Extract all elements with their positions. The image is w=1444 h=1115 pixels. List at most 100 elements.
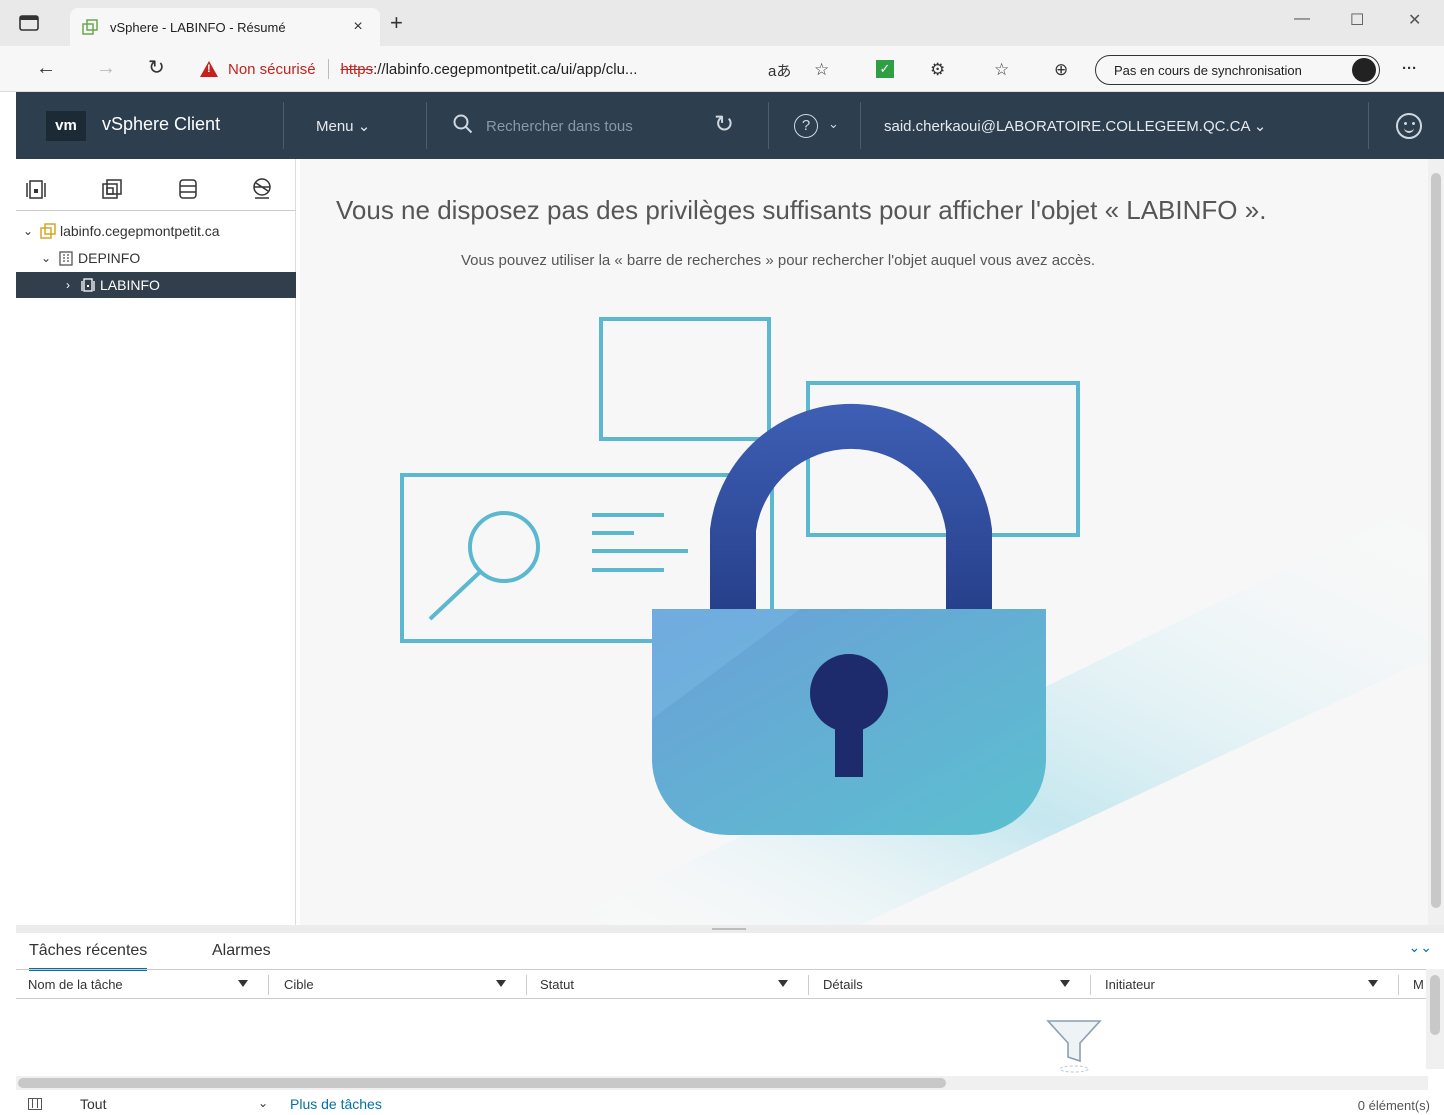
tab-alarms[interactable]: Alarmes xyxy=(212,942,271,960)
back-button[interactable]: ← xyxy=(36,58,56,78)
new-tab-button[interactable]: + xyxy=(390,12,403,34)
feedback-smiley-icon[interactable] xyxy=(1396,113,1422,139)
user-menu[interactable]: said.cherkaoui@LABORATOIRE.COLLEGEEM.QC.… xyxy=(884,117,1266,135)
tree-item-vcenter[interactable]: ⌄ labinfo.cegepmontpetit.ca xyxy=(16,218,296,244)
column-divider[interactable] xyxy=(1090,975,1091,995)
column-divider[interactable] xyxy=(1398,975,1399,995)
column-initiator[interactable]: Initiateur xyxy=(1105,977,1155,992)
tab-actions-icon[interactable] xyxy=(18,14,40,32)
tab-title: vSphere - LABINFO - Résumé xyxy=(110,19,286,35)
tasks-scrollbar[interactable] xyxy=(1426,969,1444,1069)
chevron-right-icon[interactable]: › xyxy=(60,278,76,292)
collapse-panel-icon[interactable]: ⌄⌄ xyxy=(1409,939,1432,956)
filter-icon[interactable] xyxy=(496,980,506,987)
address-bar: ← → ↻ Non sécurisé https ://labinfo.cege… xyxy=(0,46,1444,92)
tab-recent-tasks[interactable]: Tâches récentes xyxy=(29,942,148,971)
header-divider xyxy=(860,102,861,149)
tasks-table-header: Nom de la tâche Cible Statut Détails Ini… xyxy=(16,969,1426,999)
lock-illustration xyxy=(400,317,1428,925)
storage-icon[interactable] xyxy=(176,177,200,201)
chevron-down-icon[interactable]: ⌄ xyxy=(258,1096,268,1110)
maximize-button[interactable]: ☐ xyxy=(1350,10,1364,30)
global-search-input[interactable]: Rechercher dans tous xyxy=(486,118,633,135)
magnifier-handle xyxy=(428,570,482,621)
splitter-grip[interactable] xyxy=(712,928,746,930)
app-title[interactable]: vSphere Client xyxy=(102,114,220,135)
warning-icon xyxy=(200,61,218,77)
panel-splitter[interactable] xyxy=(16,925,1444,933)
filter-icon[interactable] xyxy=(778,980,788,987)
forward-button[interactable]: → xyxy=(96,58,116,78)
minimize-button[interactable]: — xyxy=(1294,10,1310,28)
security-status[interactable]: Non sécurisé xyxy=(228,61,316,78)
filter-icon[interactable] xyxy=(238,980,248,987)
task-filter-select[interactable]: Tout xyxy=(80,1096,106,1112)
scrollbar-thumb[interactable] xyxy=(18,1078,946,1088)
tree-item-label: DEPINFO xyxy=(78,250,141,266)
vsphere-header: vm vSphere Client Menu ⌄ Rechercher dans… xyxy=(16,92,1444,159)
column-target[interactable]: Cible xyxy=(284,977,314,992)
url-scheme: https xyxy=(340,60,374,78)
tasks-footer: Tout ⌄ Plus de tâches 0 élément(s) xyxy=(16,1093,1444,1115)
header-divider xyxy=(768,102,769,149)
filter-icon[interactable] xyxy=(1368,980,1378,987)
inventory-navigator: ⌄ labinfo.cegepmontpetit.ca ⌄ DEPINFO › … xyxy=(16,159,296,925)
help-icon[interactable]: ? xyxy=(794,114,818,138)
error-subtitle: Vous pouvez utiliser la « barre de reche… xyxy=(461,252,1096,269)
window-frame-top xyxy=(599,317,771,441)
url-text: ://labinfo.cegepmontpetit.ca/ui/app/clu.… xyxy=(373,60,638,78)
hosts-clusters-icon[interactable] xyxy=(24,177,48,201)
profile-avatar xyxy=(1352,58,1376,82)
read-aloud-icon[interactable]: aあ xyxy=(768,60,791,81)
extensions-icon[interactable]: ⚙ xyxy=(930,60,945,80)
column-task-name[interactable]: Nom de la tâche xyxy=(28,977,123,992)
column-divider[interactable] xyxy=(268,975,269,995)
vmware-logo: vm xyxy=(46,111,86,141)
chevron-down-icon[interactable]: ⌄ xyxy=(828,116,839,132)
vms-templates-icon[interactable] xyxy=(100,177,124,201)
column-divider[interactable] xyxy=(808,975,809,995)
tasks-horizontal-scrollbar[interactable] xyxy=(16,1076,1428,1090)
item-count: 0 élément(s) xyxy=(1357,1098,1430,1113)
search-icon[interactable] xyxy=(453,114,473,134)
header-divider xyxy=(283,102,284,149)
scrollbar-thumb[interactable] xyxy=(1431,173,1441,908)
vsphere-favicon-icon xyxy=(82,19,98,35)
scrollbar-thumb[interactable] xyxy=(1430,975,1440,1035)
browser-tab[interactable]: vSphere - LABINFO - Résumé × xyxy=(70,8,380,46)
browser-tab-bar: vSphere - LABINFO - Résumé × + — ☐ ✕ xyxy=(0,0,1444,46)
tree-item-cluster[interactable]: › LABINFO xyxy=(16,272,296,298)
error-title: Vous ne disposez pas des privilèges suff… xyxy=(336,195,1267,225)
cluster-icon xyxy=(81,278,95,292)
datacenter-icon xyxy=(59,251,73,266)
column-divider[interactable] xyxy=(526,975,527,995)
chevron-down-icon[interactable]: ⌄ xyxy=(38,251,54,265)
column-m[interactable]: M xyxy=(1413,977,1424,992)
add-favorite-icon[interactable]: ☆ xyxy=(814,60,829,80)
collections-icon[interactable]: ⊕ xyxy=(1054,60,1068,80)
more-tasks-link[interactable]: Plus de tâches xyxy=(290,1096,382,1112)
refresh-icon[interactable]: ↻ xyxy=(714,110,734,139)
sync-button[interactable]: Pas en cours de synchronisation xyxy=(1095,55,1380,85)
reload-button[interactable]: ↻ xyxy=(148,58,165,78)
chevron-down-icon[interactable]: ⌄ xyxy=(20,224,36,238)
networking-icon[interactable] xyxy=(250,177,274,201)
url-divider xyxy=(327,59,329,79)
tree-item-datacenter[interactable]: ⌄ DEPINFO xyxy=(16,245,296,271)
tab-close-icon[interactable]: × xyxy=(348,18,368,36)
filter-icon[interactable] xyxy=(1060,980,1070,987)
favorites-icon[interactable]: ☆ xyxy=(994,60,1009,80)
column-toggle-icon[interactable] xyxy=(28,1098,42,1110)
column-status[interactable]: Statut xyxy=(540,977,574,992)
empty-filter-icon xyxy=(1046,1020,1102,1073)
main-scrollbar[interactable] xyxy=(1428,159,1444,925)
menu-button[interactable]: Menu ⌄ xyxy=(316,117,370,135)
tree-item-label: LABINFO xyxy=(100,277,160,293)
url-field[interactable]: Non sécurisé https ://labinfo.cegepmontp… xyxy=(200,53,860,85)
extension-check-icon[interactable]: ✓ xyxy=(876,60,894,78)
header-divider xyxy=(1368,102,1369,149)
tree-item-label: labinfo.cegepmontpetit.ca xyxy=(60,223,220,239)
more-options-icon[interactable]: ··· xyxy=(1402,60,1417,77)
column-details[interactable]: Détails xyxy=(823,977,863,992)
close-window-button[interactable]: ✕ xyxy=(1408,10,1421,30)
